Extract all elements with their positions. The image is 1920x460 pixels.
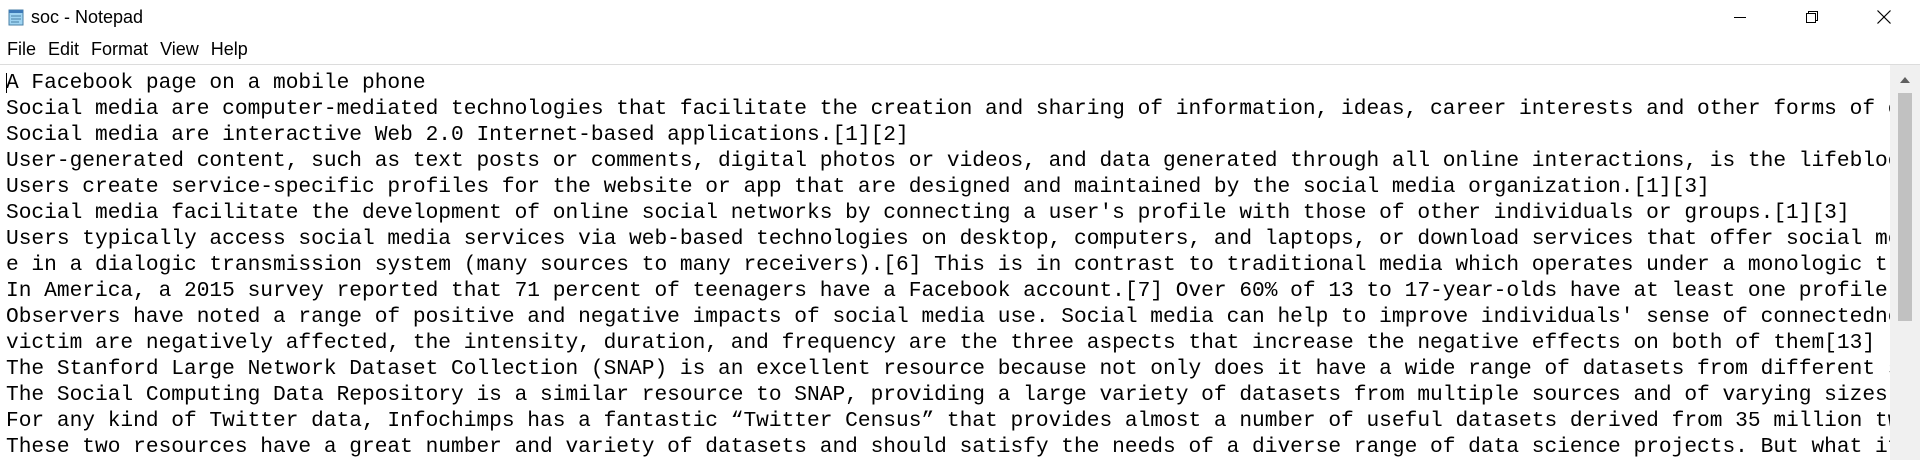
text-line: Social media are interactive Web 2.0 Int… — [6, 123, 909, 147]
text-line: victim are negatively affected, the inte… — [6, 331, 1876, 355]
text-line: The Social Computing Data Repository is … — [6, 383, 1890, 407]
text-line: A Facebook page on a mobile phone — [6, 71, 426, 95]
menu-bar: File Edit Format View Help — [0, 36, 1920, 63]
text-editor[interactable]: A Facebook page on a mobile phone Social… — [0, 64, 1920, 460]
text-line: Observers have noted a range of positive… — [6, 305, 1890, 329]
menu-file[interactable]: File — [1, 37, 42, 62]
chevron-up-icon — [1899, 71, 1911, 89]
title-bar[interactable]: soc - Notepad — [0, 0, 1920, 35]
text-caret — [6, 73, 7, 93]
menu-view[interactable]: View — [154, 37, 205, 62]
notepad-icon — [8, 8, 24, 26]
menu-format[interactable]: Format — [85, 37, 154, 62]
vertical-scrollbar[interactable] — [1890, 65, 1920, 460]
text-line: For any kind of Twitter data, Infochimps… — [6, 409, 1890, 433]
text-area[interactable]: A Facebook page on a mobile phone Social… — [6, 70, 1890, 460]
text-line: Social media facilitate the development … — [6, 201, 1850, 225]
scrollbar-thumb[interactable] — [1898, 93, 1912, 321]
scroll-up-button[interactable] — [1890, 67, 1920, 93]
maximize-button[interactable] — [1776, 0, 1848, 33]
text-line: Users typically access social media serv… — [6, 227, 1890, 251]
text-line: Social media are computer-mediated techn… — [6, 97, 1890, 121]
text-line: In America, a 2015 survey reported that … — [6, 279, 1890, 303]
window-title: soc - Notepad — [31, 7, 144, 27]
menu-edit[interactable]: Edit — [42, 37, 85, 62]
minimize-icon — [1732, 9, 1748, 25]
text-line: e in a dialogic transmission system (man… — [6, 253, 1890, 277]
text-line: User-generated content, such as text pos… — [6, 149, 1890, 173]
close-button[interactable] — [1848, 0, 1920, 33]
close-icon — [1876, 9, 1892, 25]
menu-help[interactable]: Help — [205, 37, 254, 62]
restore-icon — [1804, 9, 1820, 25]
text-line: The Stanford Large Network Dataset Colle… — [6, 357, 1890, 381]
notepad-window: soc - Notepad File Edit Format View Help… — [0, 0, 1920, 460]
text-line: These two resources have a great number … — [6, 435, 1890, 459]
caption-buttons — [1704, 0, 1920, 33]
text-line: Users create service-specific profiles f… — [6, 175, 1710, 199]
minimize-button[interactable] — [1704, 0, 1776, 33]
